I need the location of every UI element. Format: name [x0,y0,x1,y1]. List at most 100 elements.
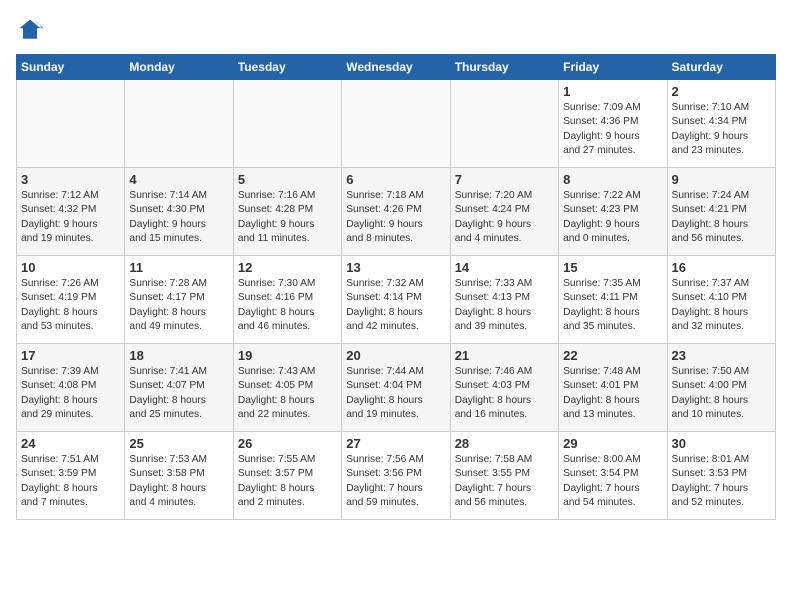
calendar-week-row: 3Sunrise: 7:12 AM Sunset: 4:32 PM Daylig… [17,168,776,256]
day-number: 1 [563,84,662,99]
day-number: 11 [129,260,228,275]
day-number: 27 [346,436,445,451]
calendar-day: 17 Sunrise: 7:39 AM Sunset: 4:08 PM Dayli… [17,344,125,432]
weekday-header-sunday: Sunday [17,55,125,80]
day-info: Sunrise: 7:39 AM Sunset: 4:08 PM Dayligh… [21,365,120,422]
day-number: 16 [672,260,771,275]
calendar-day: 6 Sunrise: 7:18 AM Sunset: 4:26 PM Daylig… [342,168,450,256]
day-info: Sunrise: 7:43 AM Sunset: 4:05 PM Dayligh… [238,365,337,422]
day-info: Sunrise: 8:00 AM Sunset: 3:54 PM Dayligh… [563,453,662,510]
day-info: Sunrise: 7:09 AM Sunset: 4:36 PM Dayligh… [563,101,662,158]
day-info: Sunrise: 7:41 AM Sunset: 4:07 PM Dayligh… [129,365,228,422]
weekday-header-friday: Friday [559,55,667,80]
weekday-header-monday: Monday [125,55,233,80]
day-number: 12 [238,260,337,275]
day-info: Sunrise: 7:18 AM Sunset: 4:26 PM Dayligh… [346,189,445,246]
day-info: Sunrise: 7:32 AM Sunset: 4:14 PM Dayligh… [346,277,445,334]
day-number: 22 [563,348,662,363]
calendar-day: 28Sunrise: 7:58 AM Sunset: 3:55 PM Dayli… [450,432,558,520]
calendar-day: 3Sunrise: 7:12 AM Sunset: 4:32 PM Daylig… [17,168,125,256]
calendar-day: 7 Sunrise: 7:20 AM Sunset: 4:24 PM Daylig… [450,168,558,256]
calendar-day: 18 Sunrise: 7:41 AM Sunset: 4:07 PM Dayli… [125,344,233,432]
day-number: 24 [21,436,120,451]
calendar-day: 11 Sunrise: 7:28 AM Sunset: 4:17 PM Dayli… [125,256,233,344]
calendar-day [233,80,341,168]
calendar-day: 23Sunrise: 7:50 AM Sunset: 4:00 PM Dayli… [667,344,775,432]
day-info: Sunrise: 7:37 AM Sunset: 4:10 PM Dayligh… [672,277,771,334]
calendar-day [125,80,233,168]
calendar-day: 26 Sunrise: 7:55 AM Sunset: 3:57 PM Dayli… [233,432,341,520]
calendar-day: 10 Sunrise: 7:26 AM Sunset: 4:19 PM Dayli… [17,256,125,344]
calendar-week-row: 17 Sunrise: 7:39 AM Sunset: 4:08 PM Dayli… [17,344,776,432]
calendar-day [342,80,450,168]
day-info: Sunrise: 7:46 AM Sunset: 4:03 PM Dayligh… [455,365,554,422]
day-number: 17 [21,348,120,363]
calendar-day: 4 Sunrise: 7:14 AM Sunset: 4:30 PM Daylig… [125,168,233,256]
calendar-day: 27Sunrise: 7:56 AM Sunset: 3:56 PM Dayli… [342,432,450,520]
calendar-day: 21 Sunrise: 7:46 AM Sunset: 4:03 PM Dayli… [450,344,558,432]
day-number: 25 [129,436,228,451]
day-info: Sunrise: 8:01 AM Sunset: 3:53 PM Dayligh… [672,453,771,510]
calendar-day: 9Sunrise: 7:24 AM Sunset: 4:21 PM Daylig… [667,168,775,256]
calendar-day: 22Sunrise: 7:48 AM Sunset: 4:01 PM Dayli… [559,344,667,432]
day-number: 4 [129,172,228,187]
day-info: Sunrise: 7:44 AM Sunset: 4:04 PM Dayligh… [346,365,445,422]
day-info: Sunrise: 7:20 AM Sunset: 4:24 PM Dayligh… [455,189,554,246]
calendar-day: 30 Sunrise: 8:01 AM Sunset: 3:53 PM Dayli… [667,432,775,520]
weekday-header-wednesday: Wednesday [342,55,450,80]
day-number: 18 [129,348,228,363]
logo-icon [16,16,44,44]
weekday-header-thursday: Thursday [450,55,558,80]
day-number: 8 [563,172,662,187]
day-info: Sunrise: 7:10 AM Sunset: 4:34 PM Dayligh… [672,101,771,158]
day-number: 10 [21,260,120,275]
calendar-day: 19 Sunrise: 7:43 AM Sunset: 4:05 PM Dayli… [233,344,341,432]
day-number: 23 [672,348,771,363]
calendar-table: SundayMondayTuesdayWednesdayThursdayFrid… [16,54,776,520]
day-number: 14 [455,260,554,275]
day-info: Sunrise: 7:53 AM Sunset: 3:58 PM Dayligh… [129,453,228,510]
calendar-day: 12 Sunrise: 7:30 AM Sunset: 4:16 PM Dayli… [233,256,341,344]
calendar-day [450,80,558,168]
calendar-day: 25 Sunrise: 7:53 AM Sunset: 3:58 PM Dayli… [125,432,233,520]
day-info: Sunrise: 7:51 AM Sunset: 3:59 PM Dayligh… [21,453,120,510]
day-number: 20 [346,348,445,363]
weekday-header-saturday: Saturday [667,55,775,80]
day-info: Sunrise: 7:33 AM Sunset: 4:13 PM Dayligh… [455,277,554,334]
calendar-day: 15 Sunrise: 7:35 AM Sunset: 4:11 PM Dayli… [559,256,667,344]
day-info: Sunrise: 7:26 AM Sunset: 4:19 PM Dayligh… [21,277,120,334]
day-number: 29 [563,436,662,451]
day-info: Sunrise: 7:22 AM Sunset: 4:23 PM Dayligh… [563,189,662,246]
calendar-day: 14 Sunrise: 7:33 AM Sunset: 4:13 PM Dayli… [450,256,558,344]
day-number: 2 [672,84,771,99]
day-info: Sunrise: 7:16 AM Sunset: 4:28 PM Dayligh… [238,189,337,246]
day-number: 13 [346,260,445,275]
calendar-week-row: 24 Sunrise: 7:51 AM Sunset: 3:59 PM Dayli… [17,432,776,520]
day-number: 9 [672,172,771,187]
day-number: 3 [21,172,120,187]
page-header [16,16,776,44]
day-info: Sunrise: 7:14 AM Sunset: 4:30 PM Dayligh… [129,189,228,246]
calendar-week-row: 10 Sunrise: 7:26 AM Sunset: 4:19 PM Dayli… [17,256,776,344]
calendar-day: 29 Sunrise: 8:00 AM Sunset: 3:54 PM Dayli… [559,432,667,520]
calendar-day: 13 Sunrise: 7:32 AM Sunset: 4:14 PM Dayli… [342,256,450,344]
calendar-week-row: 1 Sunrise: 7:09 AM Sunset: 4:36 PM Daylig… [17,80,776,168]
day-number: 15 [563,260,662,275]
calendar-day: 16 Sunrise: 7:37 AM Sunset: 4:10 PM Dayli… [667,256,775,344]
calendar-day: 8 Sunrise: 7:22 AM Sunset: 4:23 PM Daylig… [559,168,667,256]
day-info: Sunrise: 7:35 AM Sunset: 4:11 PM Dayligh… [563,277,662,334]
day-number: 30 [672,436,771,451]
calendar-header-row: SundayMondayTuesdayWednesdayThursdayFrid… [17,55,776,80]
day-info: Sunrise: 7:55 AM Sunset: 3:57 PM Dayligh… [238,453,337,510]
day-number: 7 [455,172,554,187]
day-number: 26 [238,436,337,451]
day-number: 6 [346,172,445,187]
calendar-day: 5Sunrise: 7:16 AM Sunset: 4:28 PM Daylig… [233,168,341,256]
day-info: Sunrise: 7:28 AM Sunset: 4:17 PM Dayligh… [129,277,228,334]
logo [16,16,48,44]
day-number: 19 [238,348,337,363]
day-number: 21 [455,348,554,363]
calendar-day [17,80,125,168]
day-info: Sunrise: 7:30 AM Sunset: 4:16 PM Dayligh… [238,277,337,334]
calendar-day: 24 Sunrise: 7:51 AM Sunset: 3:59 PM Dayli… [17,432,125,520]
